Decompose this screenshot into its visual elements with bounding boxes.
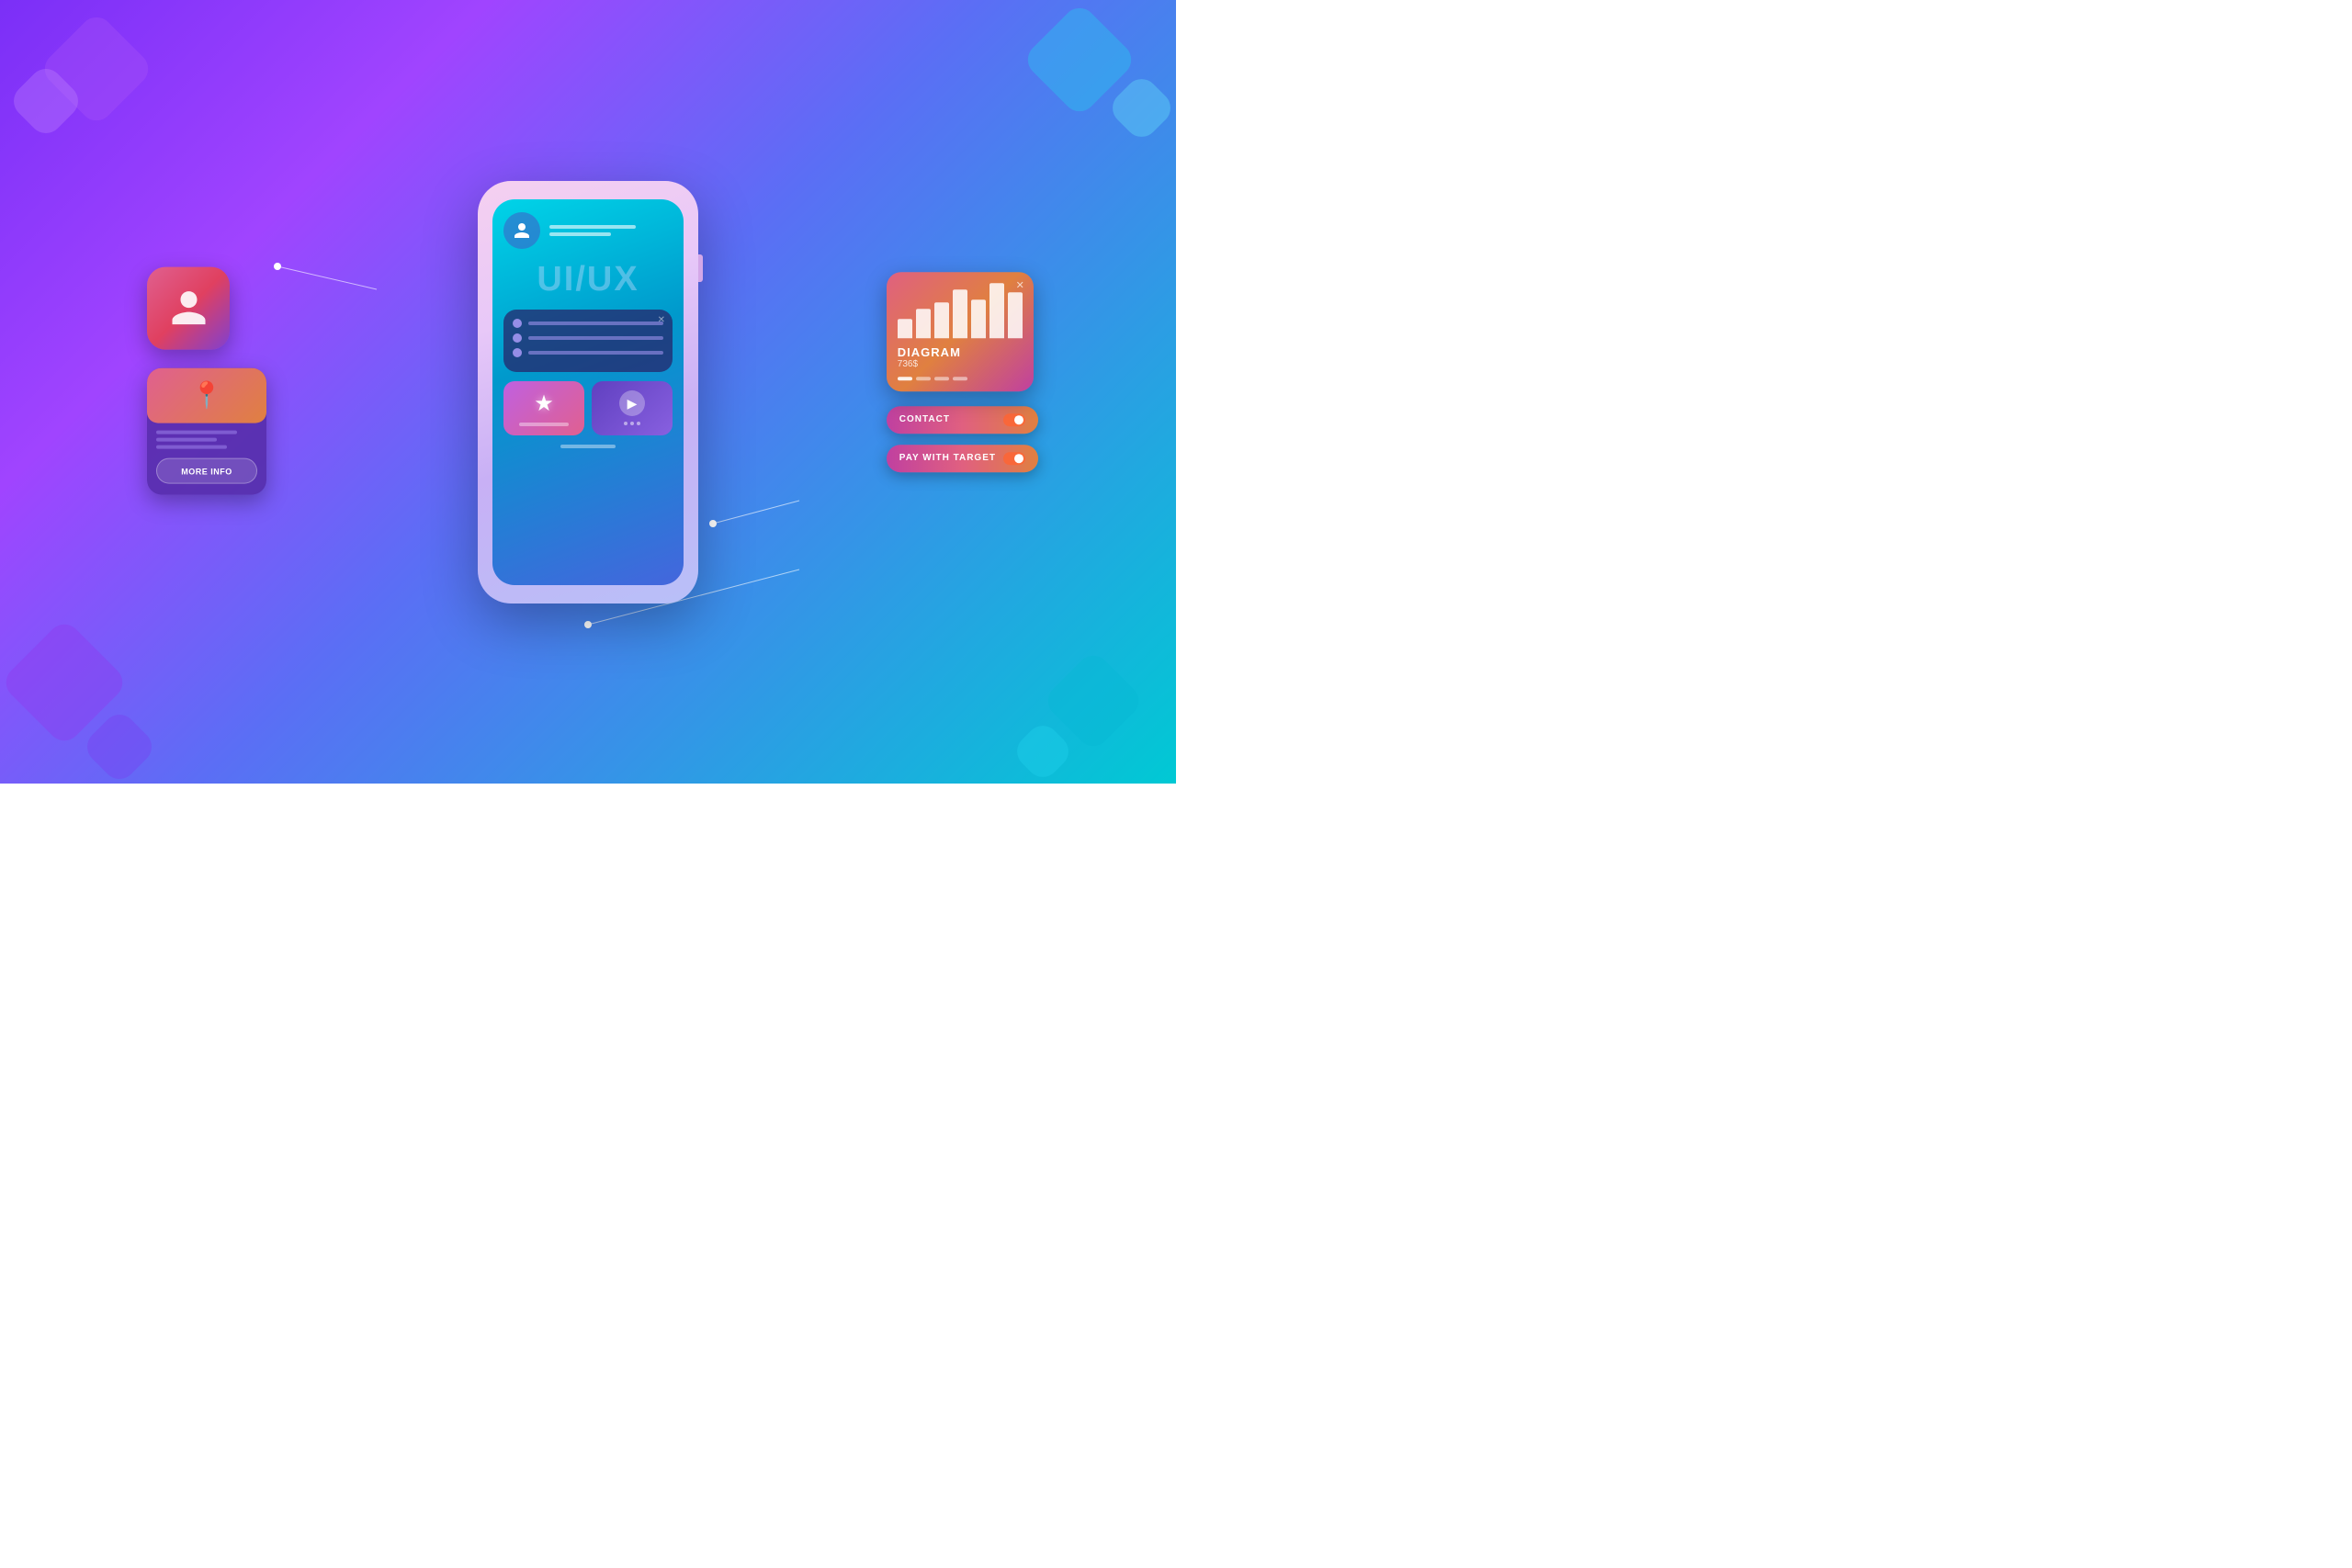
bar-chart-bar	[989, 283, 1004, 338]
bar-chart-bar	[898, 319, 912, 338]
text-line	[156, 445, 227, 448]
action-buttons: CONTACT PAY WITH TARGET	[887, 406, 1038, 472]
contact-label: CONTACT	[899, 414, 996, 424]
pay-with-target-button[interactable]: PAY WITH TARGET	[887, 445, 1038, 472]
avatar-icon	[511, 220, 533, 242]
background: 📍 MORE INFO	[0, 0, 1176, 784]
text-line	[156, 430, 237, 434]
phone-side-button	[698, 254, 703, 282]
contact-toggle[interactable]	[1003, 413, 1025, 426]
list-bar	[528, 321, 663, 325]
phone-screen: UI/UX ✕	[492, 199, 684, 585]
header-lines	[549, 225, 673, 236]
list-bar	[528, 336, 663, 340]
diagram-close-button[interactable]: ✕	[1016, 279, 1024, 291]
phone-avatar	[503, 212, 540, 249]
home-indicator	[560, 445, 616, 448]
diagram-dot	[898, 377, 912, 380]
diagram-title: DIAGRAM	[898, 345, 1023, 359]
info-card: 📍 MORE INFO	[147, 367, 266, 494]
play-dot	[637, 422, 640, 425]
star-progress-bar	[519, 423, 568, 426]
left-cards-panel: 📍 MORE INFO	[147, 266, 266, 494]
pay-toggle[interactable]	[1003, 452, 1025, 465]
list-item	[513, 319, 663, 328]
list-dot	[513, 348, 522, 357]
star-card: ★	[503, 381, 584, 435]
list-item	[513, 333, 663, 343]
pay-label: PAY WITH TARGET	[899, 453, 996, 463]
list-item	[513, 348, 663, 357]
bar-chart-bar	[971, 299, 986, 338]
play-dot	[630, 422, 634, 425]
list-dot	[513, 319, 522, 328]
list-bar	[528, 351, 663, 355]
play-dots	[624, 422, 640, 425]
list-close-button[interactable]: ✕	[658, 315, 665, 325]
more-info-button[interactable]: MORE INFO	[156, 457, 257, 483]
diagram-dot	[934, 377, 949, 380]
main-layout: 📍 MORE INFO	[0, 0, 1176, 784]
map-image: 📍	[147, 367, 266, 423]
phone-mockup: UI/UX ✕	[478, 181, 698, 604]
bar-chart-bar	[916, 310, 931, 338]
diagram-value: 736$	[898, 359, 1023, 369]
diagram-dot	[953, 377, 967, 380]
bar-chart-bar	[953, 289, 967, 338]
play-icon: ▶	[619, 390, 645, 416]
text-line	[156, 437, 217, 441]
uiux-label: UI/UX	[503, 262, 673, 297]
phone-top-bar	[503, 212, 673, 249]
map-pin-icon: 📍	[191, 380, 223, 411]
info-card-lines	[147, 430, 266, 448]
toggle-thumb	[1014, 454, 1023, 463]
bar-chart-bar	[934, 302, 949, 338]
header-line	[549, 232, 611, 236]
play-card[interactable]: ▶	[592, 381, 673, 435]
contact-button[interactable]: CONTACT	[887, 406, 1038, 434]
diagram-indicators	[898, 377, 1023, 380]
list-card: ✕	[503, 310, 673, 372]
header-line	[549, 225, 636, 229]
diagram-card: ✕ DIAGRAM 736$	[887, 272, 1034, 391]
more-info-label: MORE INFO	[181, 467, 232, 476]
bottom-cards-row: ★ ▶	[503, 381, 673, 435]
toggle-thumb	[1014, 415, 1023, 424]
diagram-bars	[898, 283, 1023, 338]
right-panel: ✕ DIAGRAM 736$	[887, 272, 1038, 472]
user-icon	[168, 288, 209, 329]
diagram-dot	[916, 377, 931, 380]
bar-chart-bar	[1008, 293, 1023, 338]
play-dot	[624, 422, 628, 425]
profile-card[interactable]	[147, 266, 230, 349]
list-dot	[513, 333, 522, 343]
star-icon: ★	[534, 390, 554, 417]
